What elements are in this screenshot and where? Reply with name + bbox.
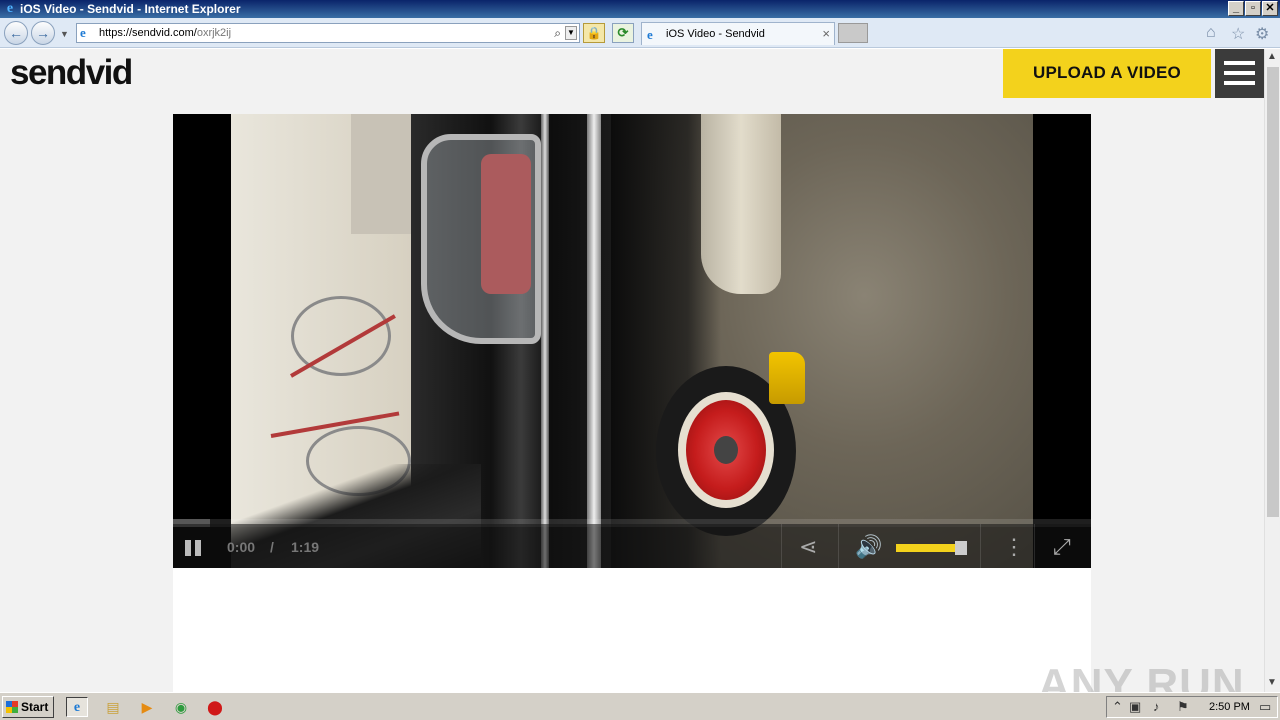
scroll-up-icon[interactable]: ▲ (1267, 51, 1277, 62)
menu-bar-icon (1224, 61, 1255, 65)
video-info-card (173, 566, 1091, 692)
internet-explorer-icon: e (6, 1, 14, 16)
forward-arrow-icon: → (36, 25, 50, 41)
show-desktop-icon[interactable]: ▭ (1259, 699, 1271, 715)
tab-favicon-icon: e (647, 27, 653, 42)
chrome-trim-image (587, 114, 601, 568)
hamburger-menu-button[interactable] (1215, 49, 1264, 98)
search-icon[interactable]: ⌕ (554, 26, 561, 41)
page-favicon-icon: e (80, 25, 86, 40)
page-scrollbar[interactable]: ▲ ▼ (1264, 49, 1280, 692)
back-button[interactable]: ← (4, 21, 28, 45)
scrollbar-thumb[interactable] (1267, 67, 1279, 517)
internet-explorer-taskbar-icon[interactable]: e (66, 697, 88, 717)
media-player-icon[interactable]: ▶ (136, 697, 158, 717)
current-time: 0:00 (227, 539, 256, 555)
system-tray: ⌃ ▣ ♪ ⚑ 2:50 PM ▭ (1106, 696, 1278, 718)
share-icon[interactable]: ⋖ (799, 534, 817, 560)
tab-sendvid[interactable]: e iOS Video - Sendvid × (641, 22, 835, 45)
refresh-button[interactable]: ⟳ (612, 23, 634, 43)
pause-button[interactable] (185, 540, 203, 556)
tray-expand-icon[interactable]: ⌃ (1112, 699, 1123, 715)
tab-close-icon[interactable]: × (822, 26, 830, 41)
shelf-image (351, 114, 411, 234)
menu-bar-icon (1224, 71, 1255, 75)
anyrun-watermark-logo: ANY RUN (1038, 660, 1245, 692)
window-title: iOS Video - Sendvid - Internet Explorer (20, 2, 241, 16)
page-viewport: sendvid UPLOAD A VIDEO 0:00 / 1:19 ⋖ 🔊 ⋮… (0, 49, 1264, 692)
network-icon[interactable]: ▣ (1129, 699, 1141, 715)
favorites-star-icon[interactable]: ☆ (1231, 24, 1245, 44)
pause-icon (195, 540, 201, 556)
start-button[interactable]: Start (2, 696, 54, 718)
fullscreen-icon[interactable]: ⤢ (1053, 534, 1071, 560)
maximize-button[interactable]: ▫ (1245, 1, 1261, 16)
video-player[interactable]: 0:00 / 1:19 ⋖ 🔊 ⋮ ⤢ (173, 114, 1091, 568)
browser-nav-bar: ← → ▼ e https://sendvid.com/oxrjk2ij ⌕ ▼… (0, 18, 1280, 48)
chrome-icon[interactable]: ◉ (170, 697, 192, 717)
control-divider (980, 524, 981, 568)
wheel-chock-image (769, 352, 805, 404)
minimize-button[interactable]: _ (1228, 1, 1244, 16)
control-divider (838, 524, 839, 568)
sendvid-logo[interactable]: sendvid (10, 53, 133, 93)
address-dropdown-icon[interactable]: ▼ (565, 26, 577, 40)
tab-label: iOS Video - Sendvid (666, 28, 765, 40)
forward-button[interactable]: → (31, 21, 55, 45)
duration: 1:19 (291, 539, 320, 555)
video-frame (231, 114, 1033, 568)
volume-slider[interactable] (896, 544, 957, 552)
volume-slider-knob[interactable] (955, 541, 967, 555)
security-lock-icon[interactable]: 🔒 (583, 23, 605, 43)
upload-video-button[interactable]: UPLOAD A VIDEO (1003, 49, 1211, 98)
speaker-icon[interactable]: ♪ (1153, 699, 1160, 714)
start-label: Start (21, 700, 49, 714)
hub-image (714, 436, 738, 464)
new-tab-button[interactable] (838, 23, 868, 43)
player-controls: 0:00 / 1:19 ⋖ 🔊 ⋮ ⤢ (173, 524, 1091, 568)
window-title-bar: e iOS Video - Sendvid - Internet Explore… (0, 0, 1280, 18)
control-divider (1034, 524, 1035, 568)
address-url[interactable]: https://sendvid.com/oxrjk2ij (99, 27, 231, 39)
pause-icon (185, 540, 191, 556)
control-divider (781, 524, 782, 568)
close-window-button[interactable]: ✕ (1262, 1, 1278, 16)
more-options-icon[interactable]: ⋮ (1003, 534, 1025, 560)
chrome-trim-image (541, 114, 549, 568)
taskbar-clock[interactable]: 2:50 PM (1209, 701, 1250, 713)
address-path: oxrjk2ij (196, 27, 232, 39)
volume-icon[interactable]: 🔊 (855, 534, 882, 560)
folder-icon[interactable]: ▤ (102, 697, 124, 717)
windows-logo-icon (6, 701, 18, 713)
opera-icon[interactable]: ⬤ (204, 697, 226, 717)
car-window-image (421, 134, 541, 344)
action-center-flag-icon[interactable]: ⚑ (1177, 699, 1189, 715)
address-host: https://sendvid.com/ (99, 27, 197, 39)
history-dropdown-icon[interactable]: ▼ (60, 29, 69, 39)
menu-bar-icon (1224, 81, 1255, 85)
car-bumper-image (701, 114, 781, 294)
time-separator: / (270, 539, 274, 555)
windows-taskbar: Start e ▤ ▶ ◉ ⬤ ⌃ ▣ ♪ ⚑ 2:50 PM ▭ (0, 692, 1280, 720)
gear-icon[interactable]: ⚙ (1255, 24, 1269, 44)
address-bar[interactable]: e https://sendvid.com/oxrjk2ij ⌕ ▼ (76, 23, 580, 43)
back-arrow-icon: ← (9, 25, 23, 41)
home-icon[interactable]: ⌂ (1206, 24, 1216, 42)
scroll-down-icon[interactable]: ▼ (1267, 677, 1277, 688)
